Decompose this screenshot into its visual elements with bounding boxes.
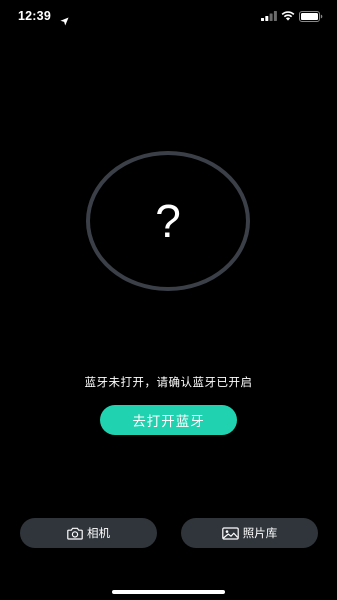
bluetooth-status-message: 蓝牙未打开，请确认蓝牙已开启 <box>84 375 253 389</box>
image-icon <box>221 526 239 540</box>
question-mark-icon: ? <box>155 195 181 247</box>
wifi-icon <box>281 11 295 21</box>
status-bar: 12:39 <box>0 0 337 34</box>
status-time: 12:39 <box>18 9 51 23</box>
photo-library-button[interactable]: 照片库 <box>181 518 318 548</box>
battery-icon <box>299 10 323 22</box>
signal-icon <box>261 11 277 21</box>
camera-button-label: 相机 <box>87 526 110 540</box>
camera-button[interactable]: 相机 <box>20 518 157 548</box>
photo-library-button-label: 照片库 <box>242 526 278 540</box>
status-icons <box>261 10 323 22</box>
location-arrow-icon <box>60 11 69 26</box>
camera-icon <box>67 527 83 540</box>
open-bluetooth-button-label: 去打开蓝牙 <box>132 414 205 430</box>
open-bluetooth-button[interactable]: 去打开蓝牙 <box>100 405 237 435</box>
home-indicator[interactable] <box>112 590 225 594</box>
